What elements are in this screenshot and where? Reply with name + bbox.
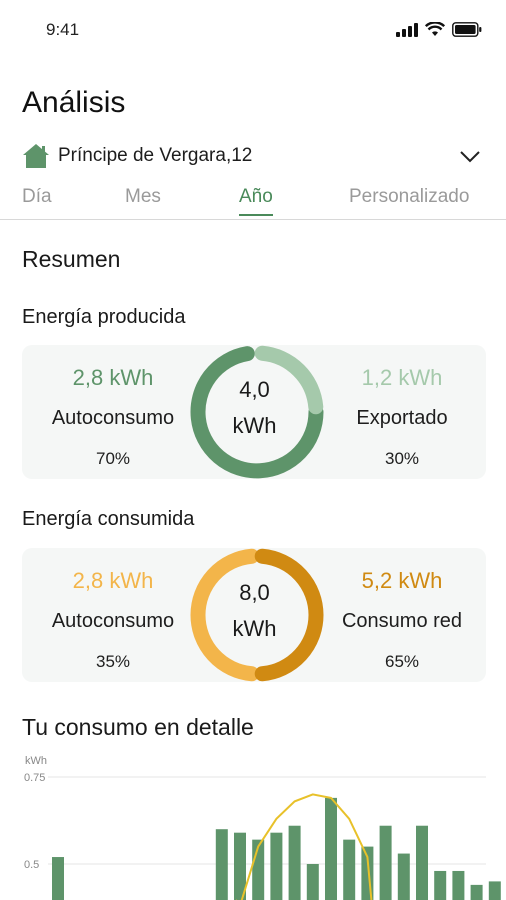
- signal-icon: [396, 22, 418, 37]
- status-bar: 9:41: [0, 0, 506, 64]
- chart-bar: [397, 853, 410, 900]
- consumed-self-label: Autoconsumo: [51, 610, 175, 632]
- chart-bar: [306, 864, 319, 900]
- chart-bar: [416, 825, 428, 900]
- produced-card: 2,8 kWh Autoconsumo 70% 4,0 kWh 1,2 kWh …: [22, 345, 486, 479]
- produced-export-label: Exportado: [356, 407, 448, 429]
- status-time: 9:41: [46, 20, 80, 39]
- consumed-self-pct: 35%: [95, 652, 131, 671]
- produced-export-value: 1,2 kWh: [361, 365, 443, 390]
- produced-total-value: 4,0: [239, 377, 270, 402]
- chart-bar: [270, 832, 283, 900]
- consumed-grid: 5,2 kWh Consumo red 65%: [317, 548, 487, 682]
- consumption-chart: kWh 0.75 0.5: [0, 748, 506, 900]
- chart-bar: [215, 829, 228, 900]
- status-icons: [396, 22, 482, 37]
- home-icon: [23, 144, 49, 168]
- chevron-down-icon[interactable]: [458, 144, 482, 168]
- period-tabs: Día Mes Año Personalizado: [0, 182, 506, 220]
- chart-bar: [288, 825, 301, 900]
- tab-mes[interactable]: Mes: [125, 186, 161, 214]
- summary-title: Resumen: [22, 246, 121, 272]
- produced-total-unit: kWh: [232, 413, 277, 438]
- chart-bar: [325, 797, 337, 900]
- wifi-icon: [425, 22, 445, 36]
- y-tick-label: 0.5: [24, 859, 39, 871]
- consumed-total-unit: kWh: [232, 616, 277, 641]
- chart-bar: [434, 870, 447, 900]
- produced-title: Energía producida: [22, 306, 186, 328]
- produced-self-pct: 70%: [95, 449, 131, 468]
- address-text: Príncipe de Vergara,12: [58, 145, 253, 166]
- produced-self-label: Autoconsumo: [51, 407, 175, 429]
- tab-personalizado[interactable]: Personalizado: [349, 186, 469, 214]
- consumed-grid-pct: 65%: [384, 652, 420, 671]
- chart-unit-label: kWh: [25, 755, 47, 767]
- y-tick-label: 0.75: [24, 772, 45, 784]
- consumed-grid-value: 5,2 kWh: [361, 568, 443, 593]
- chart-bar: [470, 884, 483, 900]
- consumed-title: Energía consumida: [22, 508, 195, 530]
- consumed-card: 2,8 kWh Autoconsumo 35% 8,0 kWh 5,2 kWh …: [22, 548, 486, 682]
- chart-bar: [452, 870, 465, 900]
- tab-dia[interactable]: Día: [22, 186, 52, 214]
- produced-self-value: 2,8 kWh: [72, 365, 154, 390]
- consumed-self-value: 2,8 kWh: [72, 568, 154, 593]
- produced-export: 1,2 kWh Exportado 30%: [317, 345, 487, 479]
- page-title: Análisis: [22, 86, 126, 119]
- chart-bar: [379, 825, 392, 900]
- chart-bars: [52, 797, 501, 900]
- detail-title: Tu consumo en detalle: [22, 714, 254, 740]
- battery-icon: [452, 22, 482, 37]
- consumption-chart-svg: kWh 0.75 0.5: [24, 755, 501, 900]
- tab-ano[interactable]: Año: [239, 186, 273, 216]
- chart-bar: [488, 881, 501, 900]
- consumed-self: 2,8 kWh Autoconsumo 35%: [28, 548, 198, 682]
- consumed-grid-label: Consumo red: [341, 610, 463, 632]
- produced-self: 2,8 kWh Autoconsumo 70%: [28, 345, 198, 479]
- consumed-total-value: 8,0: [239, 580, 270, 605]
- address-selector[interactable]: Príncipe de Vergara,12: [22, 140, 486, 172]
- produced-export-pct: 30%: [384, 449, 420, 468]
- chart-bar: [52, 857, 64, 900]
- chart-bar: [343, 839, 356, 900]
